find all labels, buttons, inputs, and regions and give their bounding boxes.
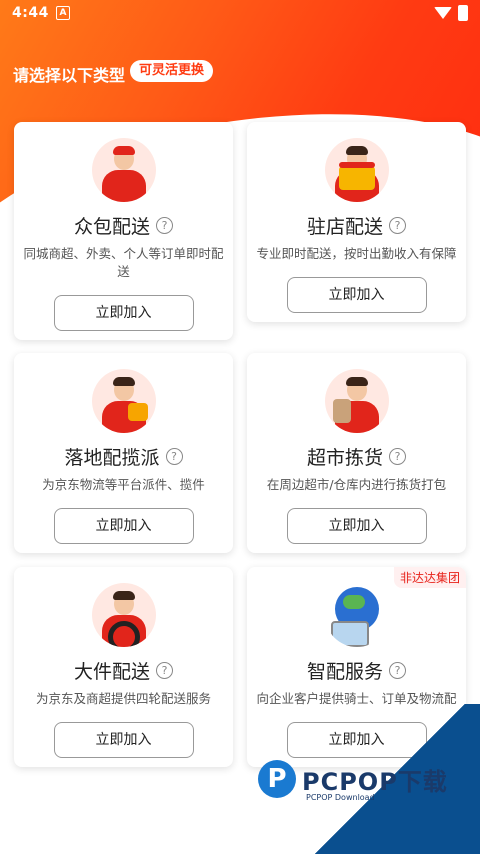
card-large-item-delivery: 大件配送 ? 为京东及商超提供四轮配送服务 立即加入	[14, 567, 233, 767]
card-supermarket-picking: 超市拣货 ? 在周边超市/仓库内进行拣货打包 立即加入	[247, 353, 466, 553]
card-title: 智配服务	[306, 661, 383, 683]
watermark-subtitle: PCPOP Download	[306, 793, 375, 802]
watermark-p-icon: P	[258, 760, 296, 798]
notification-app-icon: A	[56, 6, 70, 20]
card-last-mile: 落地配揽派 ? 为京东物流等平台派件、揽件 立即加入	[14, 353, 233, 553]
help-icon[interactable]: ?	[389, 662, 406, 679]
card-title: 驻店配送	[306, 216, 383, 238]
status-bar: 4:44 A	[0, 0, 480, 26]
courier-scooter-avatar	[91, 138, 156, 202]
watermark-brand: PCPOP下载	[302, 767, 448, 796]
status-icons	[434, 5, 468, 21]
card-description: 为京东物流等平台派件、揽件	[42, 477, 205, 492]
help-icon[interactable]: ?	[156, 662, 173, 679]
help-icon[interactable]: ?	[389, 448, 406, 465]
join-button[interactable]: 立即加入	[53, 295, 194, 331]
card-description: 为京东及商超提供四轮配送服务	[35, 691, 211, 706]
battery-icon	[458, 5, 468, 21]
card-description: 同城商超、外卖、个人等订单即时配送	[23, 246, 224, 279]
card-description: 专业即时配送，按时出勤收入有保障	[256, 246, 457, 261]
non-dada-tag: 非达达集团	[393, 567, 466, 588]
card-title: 落地配揽派	[64, 447, 160, 469]
help-icon[interactable]: ?	[156, 217, 173, 234]
courier-grocery-avatar	[324, 369, 389, 433]
wifi-icon	[434, 7, 452, 19]
globe-computer-avatar	[324, 583, 389, 647]
status-time: 4:44	[12, 5, 49, 21]
join-button[interactable]: 立即加入	[286, 508, 427, 544]
join-button[interactable]: 立即加入	[286, 277, 427, 313]
card-title: 大件配送	[73, 661, 150, 683]
page-title: 请选择以下类型	[13, 66, 126, 85]
courier-store-avatar	[324, 138, 389, 202]
card-crowdsource-delivery: 众包配送 ? 同城商超、外卖、个人等订单即时配送 立即加入	[14, 122, 233, 340]
help-icon[interactable]: ?	[165, 448, 183, 465]
card-description: 在周边超市/仓库内进行拣货打包	[266, 477, 447, 492]
join-button[interactable]: 立即加入	[53, 508, 194, 544]
card-title: 超市拣货	[306, 447, 383, 469]
join-button[interactable]: 立即加入	[53, 722, 194, 758]
courier-parcel-avatar	[91, 369, 156, 433]
flexible-badge: 可灵活更换	[130, 60, 214, 82]
help-icon[interactable]: ?	[389, 217, 406, 234]
courier-driver-avatar	[91, 583, 156, 647]
card-store-delivery: 驻店配送 ? 专业即时配送，按时出勤收入有保障 立即加入	[247, 122, 466, 322]
card-title: 众包配送	[73, 216, 150, 238]
